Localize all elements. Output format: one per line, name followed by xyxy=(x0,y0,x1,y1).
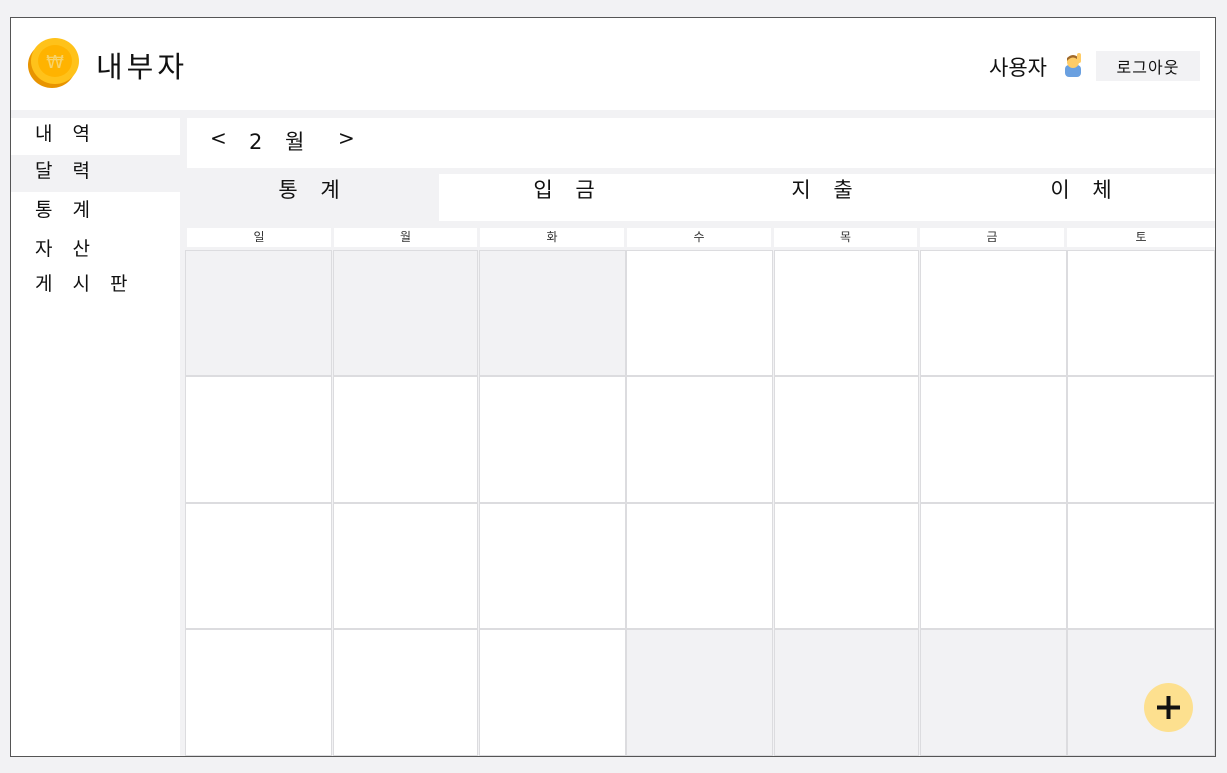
calendar-day-cell[interactable] xyxy=(1067,503,1215,629)
app-title: 내부자 xyxy=(96,50,189,84)
prev-month-button[interactable]: < xyxy=(210,126,227,150)
sidebar-item-statistics[interactable]: 통 계 xyxy=(11,194,180,231)
calendar-day-cell[interactable] xyxy=(626,503,773,629)
calendar-day-cell[interactable] xyxy=(185,376,332,503)
app-frame: ₩ 내부자 사용자 로그아웃 내 역 달 력 통 계 자 산 게 시 판 < 2… xyxy=(10,17,1216,757)
user-name: 사용자 xyxy=(989,56,1047,80)
sidebar: 내 역 달 력 통 계 자 산 게 시 판 xyxy=(11,118,180,756)
calendar-day-cell[interactable] xyxy=(920,629,1067,756)
calendar-day-cell[interactable] xyxy=(1067,629,1215,756)
month-navigation: < 2 월 > xyxy=(187,118,1215,168)
calendar-day-cell[interactable] xyxy=(920,250,1067,376)
calendar-day-cell[interactable] xyxy=(479,503,626,629)
header: ₩ 내부자 사용자 로그아웃 xyxy=(11,18,1215,110)
weekday-thu: 목 xyxy=(774,228,917,247)
calendar-day-cell[interactable] xyxy=(626,250,773,376)
month-label: 2 월 xyxy=(249,130,313,154)
add-entry-button[interactable] xyxy=(1144,683,1193,732)
tab-expense[interactable]: 지 출 xyxy=(697,174,955,221)
next-month-button[interactable]: > xyxy=(338,126,355,150)
weekday-mon: 월 xyxy=(334,228,477,247)
calendar-day-cell[interactable] xyxy=(774,629,919,756)
calendar-day-cell[interactable] xyxy=(333,376,478,503)
plus-icon xyxy=(1157,696,1180,719)
calendar-day-cell[interactable] xyxy=(920,503,1067,629)
calendar-day-cell[interactable] xyxy=(626,629,773,756)
calendar-day-cell[interactable] xyxy=(479,250,626,376)
calendar-day-cell[interactable] xyxy=(1067,376,1215,503)
tab-bar: 통 계 입 금 지 출 이 체 xyxy=(187,174,1215,221)
calendar-day-cell[interactable] xyxy=(479,629,626,756)
tab-transfer[interactable]: 이 체 xyxy=(955,174,1215,221)
won-coin-icon: ₩ xyxy=(28,38,79,88)
calendar-day-cell[interactable] xyxy=(333,503,478,629)
weekday-sun: 일 xyxy=(187,228,331,247)
calendar-day-cell[interactable] xyxy=(626,376,773,503)
calendar-day-cell[interactable] xyxy=(185,503,332,629)
weekday-tue: 화 xyxy=(480,228,624,247)
tab-deposit[interactable]: 입 금 xyxy=(439,174,697,221)
calendar-day-cell[interactable] xyxy=(185,250,332,376)
calendar-grid xyxy=(185,250,1215,756)
sidebar-item-calendar[interactable]: 달 력 xyxy=(11,155,180,192)
calendar-day-cell[interactable] xyxy=(774,503,919,629)
calendar-day-cell[interactable] xyxy=(774,250,919,376)
calendar-day-cell[interactable] xyxy=(920,376,1067,503)
weekday-fri: 금 xyxy=(920,228,1064,247)
weekday-sat: 토 xyxy=(1067,228,1215,247)
weekday-wed: 수 xyxy=(627,228,771,247)
sidebar-item-assets[interactable]: 자 산 xyxy=(11,233,180,270)
tab-statistics[interactable]: 통 계 xyxy=(187,174,439,221)
logout-button[interactable]: 로그아웃 xyxy=(1096,51,1200,81)
calendar-day-cell[interactable] xyxy=(333,629,478,756)
raising-hand-person-icon xyxy=(1065,53,1081,77)
sidebar-item-history[interactable]: 내 역 xyxy=(11,118,180,155)
weekday-header: 일 월 화 수 목 금 토 xyxy=(187,228,1215,247)
svg-text:₩: ₩ xyxy=(46,52,64,73)
calendar-day-cell[interactable] xyxy=(333,250,478,376)
calendar-day-cell[interactable] xyxy=(1067,250,1215,376)
sidebar-item-board[interactable]: 게 시 판 xyxy=(11,268,180,305)
calendar-day-cell[interactable] xyxy=(774,376,919,503)
calendar-day-cell[interactable] xyxy=(185,629,332,756)
calendar-day-cell[interactable] xyxy=(479,376,626,503)
